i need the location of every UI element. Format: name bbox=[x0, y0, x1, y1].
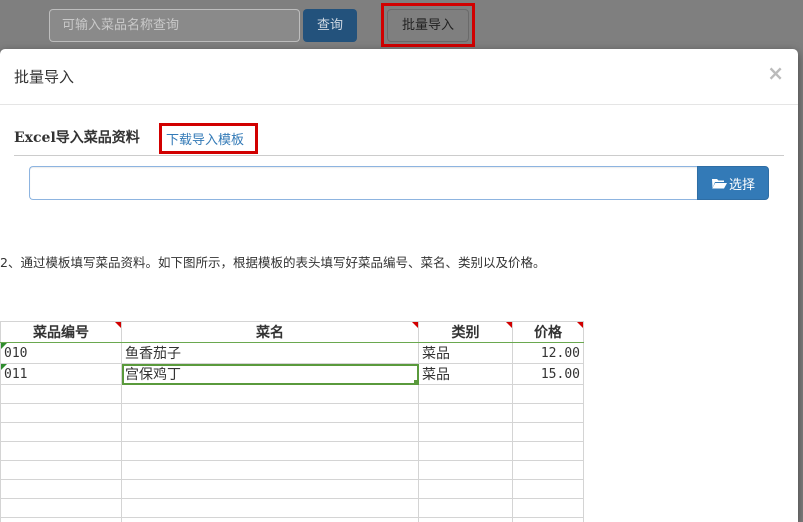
toolbar: 可输入菜品名称查询 查询 批量导入 bbox=[0, 0, 803, 48]
sheet-header-cell: 菜品编号 bbox=[0, 321, 122, 343]
sheet-cell: 鱼香茄子 bbox=[121, 342, 419, 364]
sheet-header-row: 菜品编号 菜名 类别 价格 bbox=[0, 321, 584, 343]
download-template-link[interactable]: 下载导入模板 bbox=[166, 129, 244, 148]
sheet-header-cell: 类别 bbox=[418, 321, 513, 343]
section-title: Excel导入菜品资料 bbox=[14, 130, 140, 146]
file-path-input[interactable] bbox=[29, 166, 697, 200]
sheet-empty-row bbox=[0, 441, 584, 461]
sheet-cell: 菜品 bbox=[418, 363, 513, 385]
template-sheet-image: 菜品编号 菜名 类别 价格 010 鱼香茄子 菜品 12.00 011 宫保鸡丁… bbox=[0, 321, 584, 522]
sheet-empty-row bbox=[0, 479, 584, 499]
text-number-marker-icon bbox=[1, 364, 7, 370]
batch-import-modal: 批量导入 × Excel导入菜品资料 下载导入模板 选择 2、通过模板填写菜品资… bbox=[0, 49, 798, 522]
sheet-empty-row bbox=[0, 517, 584, 522]
modal-title: 批量导入 bbox=[14, 68, 75, 86]
sheet-cell: 011 bbox=[0, 363, 122, 385]
folder-open-icon bbox=[711, 177, 727, 189]
text-number-marker-icon bbox=[1, 343, 7, 349]
choose-file-label: 选择 bbox=[728, 177, 755, 193]
comment-marker-icon bbox=[115, 322, 121, 328]
comment-marker-icon bbox=[412, 322, 418, 328]
comment-marker-icon bbox=[506, 322, 512, 328]
sheet-cell: 菜品 bbox=[418, 342, 513, 364]
sheet-cell: 12.00 bbox=[512, 342, 584, 364]
sheet-empty-row bbox=[0, 498, 584, 518]
search-input[interactable]: 可输入菜品名称查询 bbox=[49, 9, 300, 42]
sheet-empty-row bbox=[0, 384, 584, 404]
choose-file-button[interactable]: 选择 bbox=[697, 166, 769, 200]
sheet-cell: 15.00 bbox=[512, 363, 584, 385]
sheet-row: 011 宫保鸡丁 菜品 15.00 bbox=[0, 363, 584, 385]
sheet-header-cell: 价格 bbox=[512, 321, 584, 343]
modal-header: 批量导入 × bbox=[0, 49, 798, 105]
sheet-cell-selected: 宫保鸡丁 bbox=[121, 363, 419, 385]
sheet-empty-row bbox=[0, 422, 584, 442]
sheet-cell: 010 bbox=[0, 342, 122, 364]
sheet-empty-row bbox=[0, 460, 584, 480]
section-divider bbox=[14, 155, 784, 156]
sheet-empty-row bbox=[0, 403, 584, 423]
template-sheet-table: 菜品编号 菜名 类别 价格 010 鱼香茄子 菜品 12.00 011 宫保鸡丁… bbox=[0, 321, 584, 522]
sheet-row: 010 鱼香茄子 菜品 12.00 bbox=[0, 342, 584, 364]
sheet-header-cell: 菜名 bbox=[121, 321, 419, 343]
batch-import-button[interactable]: 批量导入 bbox=[387, 9, 469, 42]
close-icon[interactable]: × bbox=[767, 61, 784, 85]
instruction-text: 2、通过模板填写菜品资料。如下图所示，根据模板的表头填写好菜品编号、菜名、类别以… bbox=[0, 255, 546, 270]
comment-marker-icon bbox=[577, 322, 583, 328]
query-button[interactable]: 查询 bbox=[303, 9, 357, 42]
